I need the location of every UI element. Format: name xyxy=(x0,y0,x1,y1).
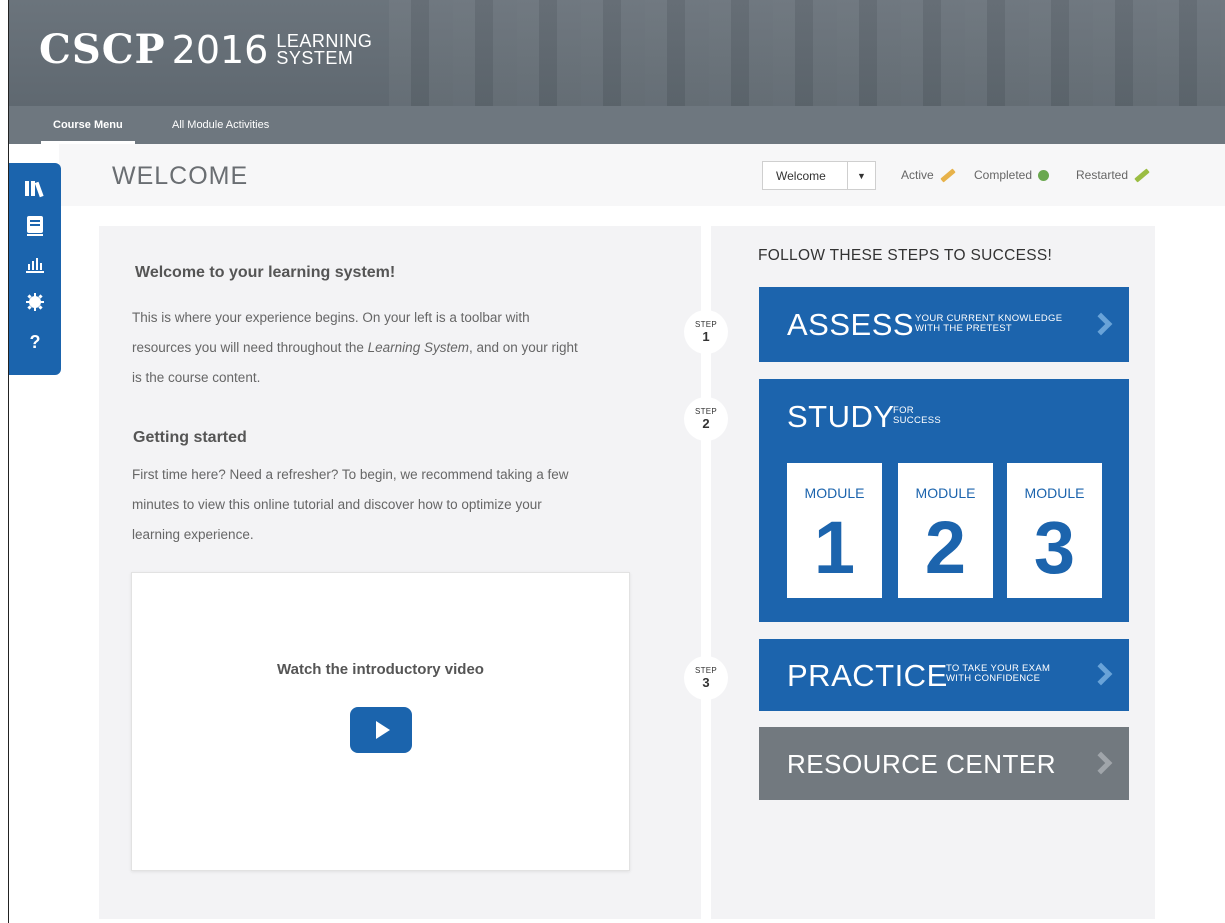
step-number: 2 xyxy=(702,416,710,431)
module-number: 3 xyxy=(1033,506,1076,589)
chevron-right-icon xyxy=(1089,312,1113,336)
welcome-text-italic: Learning System xyxy=(367,340,469,355)
tab-course-menu[interactable]: Course Menu xyxy=(41,106,135,144)
video-title: Watch the introductory video xyxy=(277,661,484,678)
steps-title: FOLLOW THESE STEPS TO SUCCESS! xyxy=(758,247,1053,264)
study-subtitle: FOR SUCCESS xyxy=(893,406,941,426)
legend-restarted: Restarted xyxy=(1076,167,1150,183)
practice-subtitle-line2: WITH CONFIDENCE xyxy=(946,673,1041,684)
play-button[interactable] xyxy=(350,707,412,753)
chevron-right-icon xyxy=(1089,662,1113,686)
module-label: MODULE xyxy=(1024,485,1085,501)
legend-completed: Completed xyxy=(974,168,1050,182)
logo-system-line2: SYSTEM xyxy=(276,48,354,68)
top-nav: Course Menu All Module Activities xyxy=(9,106,1225,144)
step-number: 3 xyxy=(702,675,710,690)
module-label: MODULE xyxy=(804,485,865,501)
study-subtitle-line2: SUCCESS xyxy=(893,415,942,426)
logo-system: LEARNING SYSTEM xyxy=(276,32,372,70)
resource-center-tile[interactable]: RESOURCE CENTER xyxy=(759,727,1129,800)
page-select[interactable]: Welcome ▼ xyxy=(762,161,876,190)
play-icon xyxy=(376,721,390,739)
practice-title: PRACTICE xyxy=(787,658,948,693)
welcome-text: This is where your experience begins. On… xyxy=(132,303,582,393)
resource-center-title: RESOURCE CENTER xyxy=(787,749,1056,779)
page-title: WELCOME xyxy=(112,162,249,190)
welcome-heading: Welcome to your learning system! xyxy=(135,264,396,281)
library-icon[interactable] xyxy=(22,175,48,201)
module-number: 1 xyxy=(813,506,856,589)
getting-started-text: First time here? Need a refresher? To be… xyxy=(132,467,569,542)
study-title: STUDY xyxy=(787,399,895,434)
step-badge-1: STEP 1 xyxy=(684,310,728,354)
chart-icon[interactable] xyxy=(22,251,48,277)
pencil-icon xyxy=(939,167,956,183)
assess-tile[interactable]: ASSESS YOUR CURRENT KNOWLEDGE WITH THE P… xyxy=(759,287,1129,362)
module-2-card[interactable]: MODULE 2 xyxy=(898,463,993,598)
logo-brand: CSCP xyxy=(39,26,166,73)
legend-active: Active xyxy=(901,167,956,183)
module-label: MODULE xyxy=(915,485,976,501)
practice-subtitle: TO TAKE YOUR EXAM WITH CONFIDENCE xyxy=(946,664,1050,684)
legend-restarted-label: Restarted xyxy=(1076,168,1129,182)
step-badge-3: STEP 3 xyxy=(684,656,728,700)
step-number: 1 xyxy=(702,329,710,344)
book-icon[interactable] xyxy=(22,213,48,239)
chevron-right-icon xyxy=(1089,751,1113,775)
gear-icon[interactable] xyxy=(22,289,48,315)
legend-completed-label: Completed xyxy=(974,168,1033,182)
chevron-down-icon[interactable]: ▼ xyxy=(847,162,875,189)
video-card: Watch the introductory video xyxy=(131,572,630,871)
page-select-value: Welcome xyxy=(776,168,826,183)
banner-texture xyxy=(389,0,1225,106)
pencil-icon xyxy=(1134,167,1150,183)
step-badge-2: STEP 2 xyxy=(684,397,728,441)
check-circle-icon xyxy=(1038,169,1050,181)
assess-subtitle-line2: WITH THE PRETEST xyxy=(915,323,1012,334)
module-3-card[interactable]: MODULE 3 xyxy=(1007,463,1102,598)
getting-started-heading: Getting started xyxy=(133,429,247,446)
module-number: 2 xyxy=(924,506,967,589)
left-toolbar: ? xyxy=(9,163,61,375)
header-banner: CSCP 2016 LEARNING SYSTEM xyxy=(9,0,1225,106)
legend-active-label: Active xyxy=(901,168,934,182)
app-frame: CSCP 2016 LEARNING SYSTEM Course Menu Al… xyxy=(8,0,1225,923)
help-icon[interactable]: ? xyxy=(22,329,48,355)
tab-all-module-activities[interactable]: All Module Activities xyxy=(172,106,269,144)
practice-tile[interactable]: PRACTICE TO TAKE YOUR EXAM WITH CONFIDEN… xyxy=(759,639,1129,711)
logo-year: 2016 xyxy=(171,28,269,72)
app-logo: CSCP 2016 LEARNING SYSTEM xyxy=(39,26,372,73)
study-tile: STUDY FOR SUCCESS MODULE 1 MODULE 2 MODU… xyxy=(759,379,1129,622)
assess-title: ASSESS xyxy=(787,307,915,342)
assess-subtitle: YOUR CURRENT KNOWLEDGE WITH THE PRETEST xyxy=(915,314,1062,334)
module-1-card[interactable]: MODULE 1 xyxy=(787,463,882,598)
